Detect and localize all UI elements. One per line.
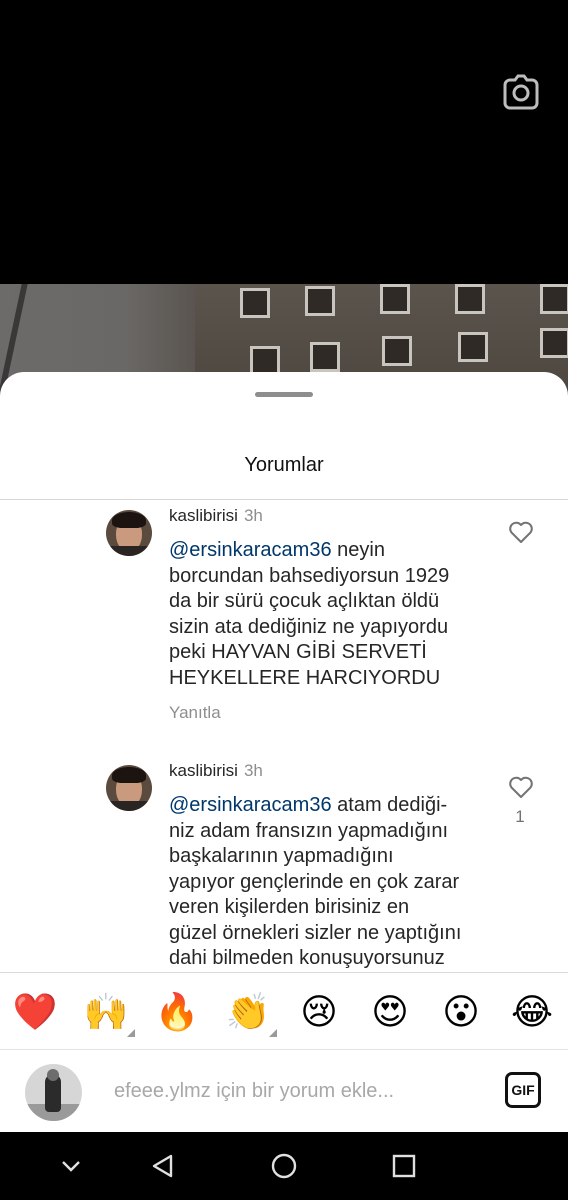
reaction-raising-hands[interactable]: 🙌 <box>83 989 135 1037</box>
comment-text: @ersinkaracam36 neyin borcundan bahsediy… <box>169 539 450 689</box>
gif-button[interactable]: GIF <box>505 1072 541 1108</box>
reaction-crying-face[interactable]: 😢 <box>296 989 342 1035</box>
like-count: 1 <box>515 807 525 826</box>
mention-link[interactable]: @ersinkaracam36 <box>169 539 332 561</box>
like-button[interactable] <box>507 775 535 801</box>
timestamp: 3h <box>243 506 263 525</box>
quick-reactions-bar: ❤️ 🙌 🔥 👏 😢 😍 😮 😂 <box>0 973 568 1049</box>
nav-home-button[interactable] <box>268 1150 300 1182</box>
mention-link[interactable]: @ersinkaracam36 <box>169 794 332 816</box>
comments-list[interactable]: kaslibirisi 3h @ersinkaracam36 neyin borc… <box>0 500 568 972</box>
heart-icon <box>509 776 533 798</box>
sheet-title: Yorumlar <box>244 454 324 476</box>
camera-button[interactable] <box>500 72 542 112</box>
reaction-clapping-hands[interactable]: 👏 <box>225 989 277 1037</box>
nav-back-button[interactable] <box>147 1150 179 1182</box>
comment-input[interactable] <box>114 1076 484 1106</box>
chevron-down-icon <box>62 1161 80 1172</box>
avatar[interactable] <box>106 765 152 811</box>
skin-tone-indicator <box>127 1029 135 1037</box>
comments-sheet: Yorumlar kaslibirisi 3h @ersinkaracam36 n… <box>0 372 568 1132</box>
reaction-surprised-face[interactable]: 😮 <box>438 989 484 1035</box>
reaction-heart-eyes[interactable]: 😍 <box>367 989 413 1035</box>
video-top-area <box>0 0 568 284</box>
heart-icon <box>509 521 533 543</box>
recents-square-icon <box>392 1154 416 1178</box>
username[interactable]: kaslibirisi <box>169 506 238 525</box>
reaction-fire[interactable]: 🔥 <box>154 989 200 1035</box>
comment-meta: kaslibirisi 3h <box>169 506 263 526</box>
current-user-avatar <box>25 1064 82 1121</box>
nav-recents-button[interactable] <box>388 1150 420 1182</box>
back-triangle-icon <box>152 1154 173 1178</box>
timestamp: 3h <box>243 761 263 780</box>
comment-meta: kaslibirisi 3h <box>169 761 263 781</box>
home-circle-icon <box>271 1153 297 1179</box>
reaction-tears-of-joy[interactable]: 😂 <box>509 989 555 1035</box>
camera-icon <box>503 74 539 110</box>
like-button[interactable] <box>507 520 535 546</box>
comment-composer: GIF <box>0 1050 568 1132</box>
reaction-red-heart[interactable]: ❤️ <box>12 989 58 1035</box>
sheet-drag-handle[interactable] <box>255 392 313 397</box>
avatar[interactable] <box>106 510 152 556</box>
reply-button[interactable]: Yanıtla <box>169 703 221 723</box>
username[interactable]: kaslibirisi <box>169 761 238 780</box>
nav-collapse-button[interactable] <box>55 1150 87 1182</box>
comment-text: @ersinkaracam36 atam dediği- niz adam fr… <box>169 794 462 969</box>
skin-tone-indicator <box>269 1029 277 1037</box>
system-navigation-bar <box>0 1132 568 1200</box>
